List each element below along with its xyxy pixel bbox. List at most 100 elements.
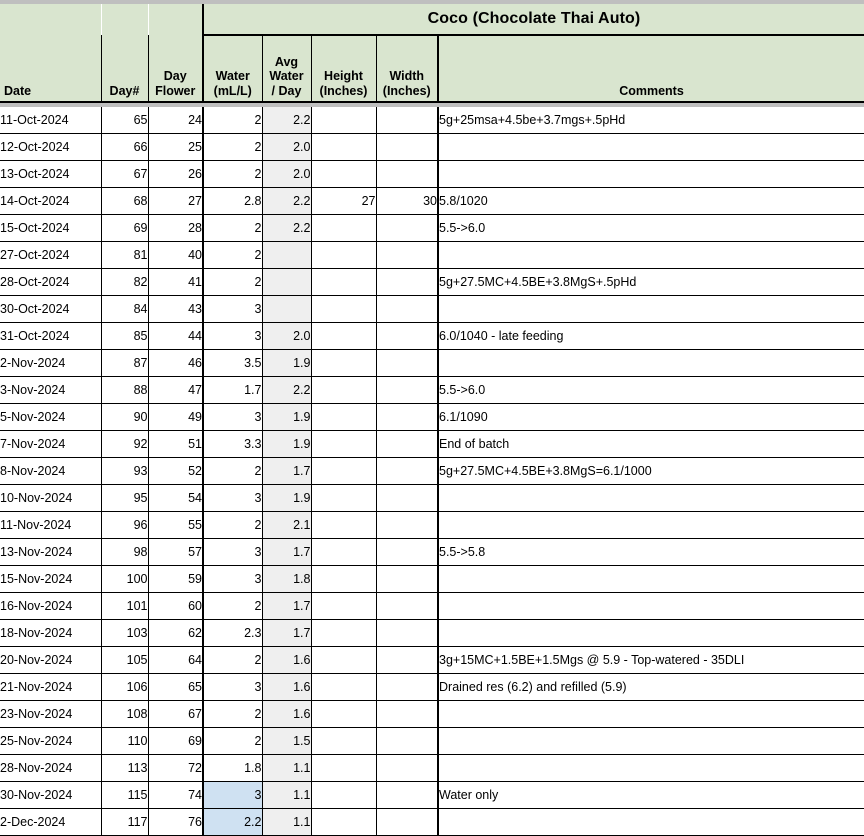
cell-comment[interactable]: 6.1/1090: [437, 403, 864, 431]
cell-day-flower[interactable]: 72: [148, 754, 204, 782]
cell-water[interactable]: 2: [202, 214, 263, 242]
cell-date[interactable]: 16-Nov-2024: [0, 592, 102, 620]
cell-day-flower[interactable]: 64: [148, 646, 204, 674]
cell-day-flower[interactable]: 51: [148, 430, 204, 458]
cell-day-number[interactable]: 88: [101, 376, 149, 404]
cell-height[interactable]: [311, 727, 377, 755]
cell-day-number[interactable]: 105: [101, 646, 149, 674]
cell-date[interactable]: 23-Nov-2024: [0, 700, 102, 728]
cell-height[interactable]: [311, 511, 377, 539]
table-row[interactable]: 28-Oct-2024 82 41 2 5g+27.5MC+4.5BE+3.8MgS+.…: [0, 268, 864, 296]
table-row[interactable]: 5-Nov-2024 90 49 3 1.9 6.1/1090: [0, 403, 864, 431]
cell-day-flower[interactable]: 67: [148, 700, 204, 728]
cell-avg-water[interactable]: 2.0: [262, 160, 312, 188]
cell-day-flower[interactable]: 62: [148, 619, 204, 647]
cell-water[interactable]: 1.8: [202, 754, 263, 782]
cell-day-number[interactable]: 67: [101, 160, 149, 188]
cell-water[interactable]: 2: [202, 700, 263, 728]
cell-date[interactable]: 21-Nov-2024: [0, 673, 102, 701]
cell-height[interactable]: [311, 322, 377, 350]
cell-height[interactable]: [311, 754, 377, 782]
cell-comment[interactable]: [437, 808, 864, 836]
cell-day-flower[interactable]: 27: [148, 187, 204, 215]
cell-date[interactable]: 14-Oct-2024: [0, 187, 102, 215]
cell-water[interactable]: 3: [202, 565, 263, 593]
cell-day-flower[interactable]: 74: [148, 781, 204, 809]
cell-day-number[interactable]: 68: [101, 187, 149, 215]
cell-comment[interactable]: 6.0/1040 - late feeding: [437, 322, 864, 350]
table-row[interactable]: 8-Nov-2024 93 52 2 1.7 5g+27.5MC+4.5BE+3.8MgS…: [0, 457, 864, 485]
cell-day-number[interactable]: 106: [101, 673, 149, 701]
cell-date[interactable]: 10-Nov-2024: [0, 484, 102, 512]
cell-avg-water[interactable]: 2.0: [262, 133, 312, 161]
cell-comment[interactable]: [437, 754, 864, 782]
column-header-height[interactable]: Height (Inches): [311, 35, 377, 103]
table-row[interactable]: 23-Nov-2024 108 67 2 1.6: [0, 700, 864, 728]
cell-width[interactable]: [376, 808, 439, 836]
cell-water[interactable]: 2: [202, 457, 263, 485]
cell-height[interactable]: [311, 457, 377, 485]
cell-comment[interactable]: [437, 727, 864, 755]
table-row[interactable]: 30-Oct-2024 84 43 3: [0, 295, 864, 323]
cell-water[interactable]: 3: [202, 322, 263, 350]
cell-avg-water[interactable]: 1.9: [262, 484, 312, 512]
cell-water[interactable]: 2: [202, 511, 263, 539]
cell-height[interactable]: [311, 619, 377, 647]
cell-comment[interactable]: 5g+27.5MC+4.5BE+3.8MgS+.5pHd: [437, 268, 864, 296]
cell-comment[interactable]: [437, 133, 864, 161]
cell-height[interactable]: [311, 538, 377, 566]
cell-comment[interactable]: [437, 160, 864, 188]
cell-water[interactable]: 1.7: [202, 376, 263, 404]
cell-height[interactable]: [311, 565, 377, 593]
table-row[interactable]: 2-Nov-2024 87 46 3.5 1.9: [0, 349, 864, 377]
cell-day-flower[interactable]: 69: [148, 727, 204, 755]
cell-width[interactable]: [376, 484, 439, 512]
cell-avg-water[interactable]: 1.9: [262, 403, 312, 431]
cell-avg-water[interactable]: 2.2: [262, 214, 312, 242]
cell-width[interactable]: [376, 376, 439, 404]
table-row[interactable]: 21-Nov-2024 106 65 3 1.6 Drained res (6.2) an…: [0, 673, 864, 701]
cell-avg-water[interactable]: 2.0: [262, 322, 312, 350]
cell-width[interactable]: [376, 214, 439, 242]
table-row[interactable]: 25-Nov-2024 110 69 2 1.5: [0, 727, 864, 755]
cell-comment[interactable]: [437, 241, 864, 269]
cell-day-flower[interactable]: 55: [148, 511, 204, 539]
cell-date[interactable]: 11-Oct-2024: [0, 107, 102, 134]
cell-comment[interactable]: Drained res (6.2) and refilled (5.9): [437, 673, 864, 701]
cell-width[interactable]: [376, 565, 439, 593]
cell-height[interactable]: [311, 484, 377, 512]
table-row[interactable]: 11-Oct-2024 65 24 2 2.2 5g+25msa+4.5be+3.7mgs…: [0, 107, 864, 134]
cell-comment[interactable]: 5.5->6.0: [437, 376, 864, 404]
cell-day-flower[interactable]: 54: [148, 484, 204, 512]
cell-width[interactable]: [376, 727, 439, 755]
cell-water[interactable]: 2.2: [202, 808, 263, 836]
cell-water[interactable]: 3: [202, 484, 263, 512]
cell-width[interactable]: [376, 322, 439, 350]
cell-avg-water[interactable]: 1.8: [262, 565, 312, 593]
cell-day-number[interactable]: 65: [101, 107, 149, 134]
cell-date[interactable]: 12-Oct-2024: [0, 133, 102, 161]
cell-day-number[interactable]: 90: [101, 403, 149, 431]
cell-date[interactable]: 13-Oct-2024: [0, 160, 102, 188]
table-row[interactable]: 7-Nov-2024 92 51 3.3 1.9 End of batch: [0, 430, 864, 458]
cell-comment[interactable]: [437, 484, 864, 512]
cell-day-number[interactable]: 96: [101, 511, 149, 539]
table-row[interactable]: 2-Dec-2024 117 76 2.2 1.1: [0, 808, 864, 836]
cell-height[interactable]: [311, 214, 377, 242]
cell-day-number[interactable]: 113: [101, 754, 149, 782]
cell-date[interactable]: 28-Nov-2024: [0, 754, 102, 782]
cell-width[interactable]: [376, 457, 439, 485]
cell-comment[interactable]: [437, 565, 864, 593]
cell-date[interactable]: 27-Oct-2024: [0, 241, 102, 269]
cell-water[interactable]: 3: [202, 403, 263, 431]
cell-water[interactable]: 3: [202, 295, 263, 323]
cell-day-flower[interactable]: 46: [148, 349, 204, 377]
cell-width[interactable]: [376, 349, 439, 377]
table-row[interactable]: 11-Nov-2024 96 55 2 2.1: [0, 511, 864, 539]
cell-height[interactable]: [311, 107, 377, 134]
cell-date[interactable]: 30-Oct-2024: [0, 295, 102, 323]
cell-width[interactable]: [376, 511, 439, 539]
cell-day-number[interactable]: 95: [101, 484, 149, 512]
cell-date[interactable]: 7-Nov-2024: [0, 430, 102, 458]
cell-avg-water[interactable]: 1.9: [262, 430, 312, 458]
